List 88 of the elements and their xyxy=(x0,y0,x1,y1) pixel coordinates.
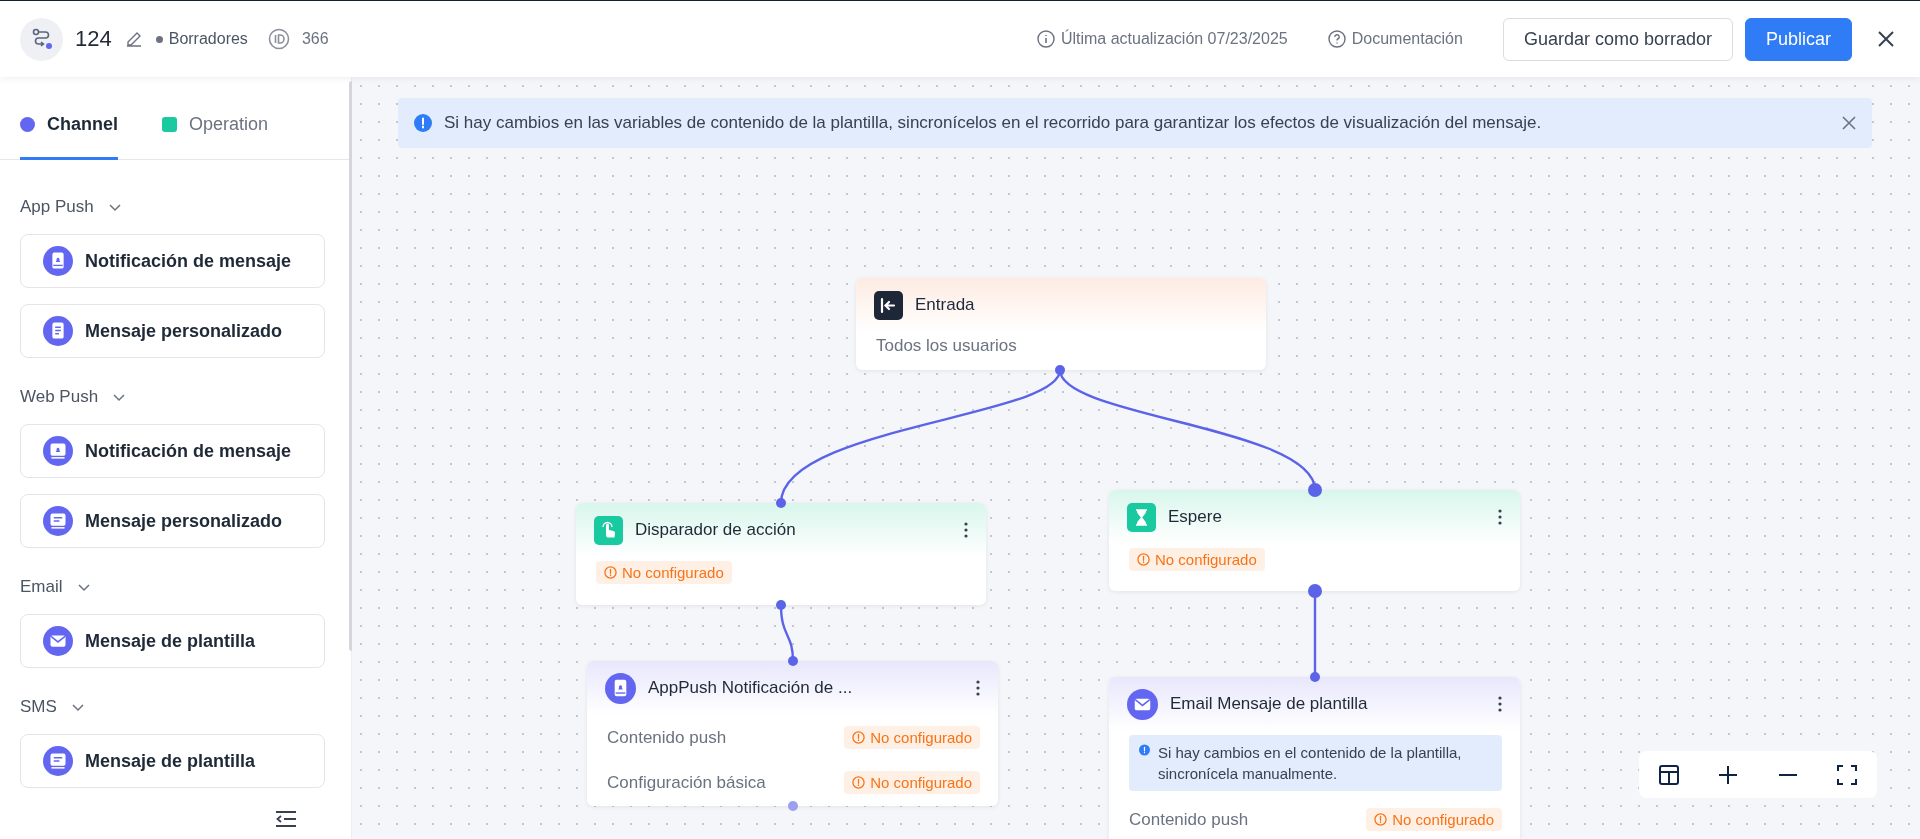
node-title: Email Mensaje de plantilla xyxy=(1170,694,1369,714)
note-text: Si hay cambios en el contenido de la plantilla, sincronícela manualmente. xyxy=(1157,743,1463,784)
help-icon xyxy=(1327,30,1346,48)
node-row-label: Contenido push xyxy=(607,727,727,748)
status-badge: No configurado xyxy=(844,771,980,794)
port-dot[interactable] xyxy=(788,801,798,811)
mail-icon xyxy=(1127,688,1158,720)
port-dot[interactable] xyxy=(1308,483,1322,497)
entry-icon xyxy=(874,290,903,320)
port-dot[interactable] xyxy=(1308,584,1322,598)
node-title: Entrada xyxy=(915,295,976,315)
sidebar-tab[interactable]: Channel xyxy=(20,114,118,160)
channel-item[interactable]: Notificación de mensaje xyxy=(20,234,325,288)
channel-item[interactable]: Mensaje personalizado xyxy=(20,494,325,548)
warning-icon xyxy=(1374,813,1388,826)
journey-id: 366 xyxy=(301,30,329,48)
group-header[interactable]: App Push xyxy=(20,196,325,218)
group-header[interactable]: SMS xyxy=(20,696,325,718)
screen-bell-icon xyxy=(43,436,73,466)
group-header[interactable]: Email xyxy=(20,576,325,598)
flow-node[interactable]: Espere No configurado xyxy=(1109,490,1520,591)
info-icon xyxy=(1139,742,1150,758)
status-badge: No configurado xyxy=(1366,808,1502,831)
node-row-label: Configuración básica xyxy=(607,772,766,793)
message-icon xyxy=(43,746,73,776)
journey-logo-icon xyxy=(20,17,63,61)
group-title: Email xyxy=(20,577,63,597)
channel-item-label: Notificación de mensaje xyxy=(85,250,292,272)
fullscreen-icon[interactable] xyxy=(1836,763,1859,786)
node-title: Espere xyxy=(1168,507,1223,527)
zoom-in-icon[interactable] xyxy=(1717,763,1740,786)
channel-item-label: Mensaje personalizado xyxy=(85,510,283,532)
status-badge: No configurado xyxy=(844,726,980,749)
document-icon xyxy=(43,316,73,346)
collapse-sidebar-icon[interactable] xyxy=(275,810,297,828)
port-dot[interactable] xyxy=(1055,365,1065,375)
port-dot[interactable] xyxy=(788,656,798,666)
more-icon[interactable] xyxy=(1498,509,1502,525)
channel-item-label: Mensaje de plantilla xyxy=(85,630,256,652)
documentation-link[interactable]: Documentación xyxy=(1327,30,1463,48)
flow-node[interactable]: Entrada Todos los usuarios xyxy=(856,278,1266,370)
channel-item-label: Notificación de mensaje xyxy=(85,440,292,462)
port-dot[interactable] xyxy=(776,498,786,508)
node-subtitle: Todos los usuarios xyxy=(875,335,1018,356)
group-title: App Push xyxy=(20,197,94,217)
sidebar-tab[interactable]: Operation xyxy=(162,114,269,160)
node-title: Disparador de acción xyxy=(635,520,797,540)
save-draft-button[interactable]: Guardar como borrador xyxy=(1502,17,1733,61)
port-dot[interactable] xyxy=(776,600,786,610)
warning-icon xyxy=(1137,553,1150,566)
flow-node[interactable]: Disparador de acción No configurado xyxy=(576,503,986,605)
flow-node[interactable]: Email Mensaje de plantilla Si hay cambios en el contenido de la plantilla, sincronícela manualmente. Contenido push No configurado xyxy=(1109,677,1520,839)
status-badge: No configurado xyxy=(1129,548,1265,571)
group-title: Web Push xyxy=(20,387,99,407)
last-updated: Última actualización 07/23/2025 xyxy=(1036,30,1288,48)
id-icon xyxy=(267,28,290,50)
phone-bell-icon xyxy=(605,672,636,704)
channel-item[interactable]: Mensaje de plantilla xyxy=(20,614,325,668)
more-icon[interactable] xyxy=(976,680,980,696)
channel-item-label: Mensaje de plantilla xyxy=(85,750,256,772)
group-title: SMS xyxy=(20,697,57,717)
hand-tap-icon xyxy=(594,515,623,545)
mail-icon xyxy=(43,626,73,656)
channel-item[interactable]: Notificación de mensaje xyxy=(20,424,325,478)
port-dot[interactable] xyxy=(1310,672,1320,682)
banner-text: Si hay cambios en las variables de contenido de la plantilla, sincronícelos en el recorrido para garantizar los efectos de visualización del mensaje. xyxy=(444,113,1543,133)
status-label: Borradores xyxy=(155,30,248,48)
channel-item[interactable]: Mensaje de plantilla xyxy=(20,734,325,788)
journey-title: 124 xyxy=(75,26,112,52)
node-row-label: Contenido push xyxy=(1129,809,1249,830)
warning-icon xyxy=(604,566,617,579)
phone-bell-icon xyxy=(43,246,73,276)
hourglass-icon xyxy=(1127,502,1156,532)
more-icon[interactable] xyxy=(964,522,968,538)
channel-item-label: Mensaje personalizado xyxy=(85,320,283,342)
message-icon xyxy=(43,506,73,536)
info-icon xyxy=(1036,30,1055,48)
publish-button[interactable]: Publicar xyxy=(1744,17,1852,61)
node-title: AppPush Notificación de ... xyxy=(648,678,854,698)
warning-icon xyxy=(852,731,866,744)
warning-icon xyxy=(852,776,866,789)
status-badge: No configurado xyxy=(596,561,732,584)
group-header[interactable]: Web Push xyxy=(20,386,325,408)
flow-node[interactable]: AppPush Notificación de ... Contenido push No configurado Configuración básica No configurado xyxy=(587,661,998,806)
channel-item[interactable]: Mensaje personalizado xyxy=(20,304,325,358)
info-icon xyxy=(414,114,432,132)
more-icon[interactable] xyxy=(1498,696,1502,712)
layout-icon[interactable] xyxy=(1657,763,1680,786)
